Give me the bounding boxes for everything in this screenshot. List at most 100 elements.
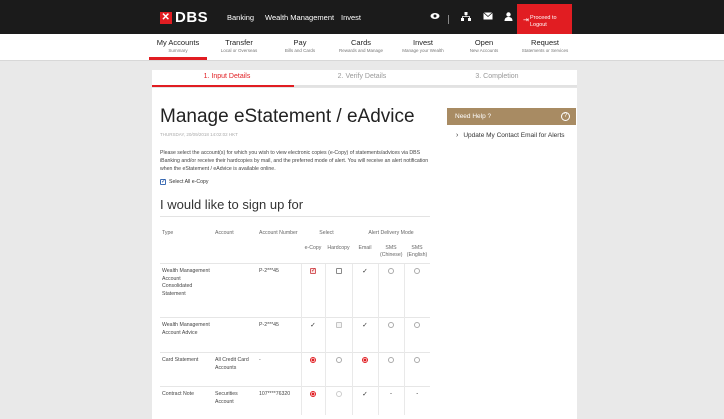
nav-title: Request [531,38,559,47]
help-header[interactable]: Need Help ? ? [447,108,576,125]
check-icon: ✓ [362,268,368,275]
sms-english-radio[interactable] [414,322,421,328]
mail-icon[interactable] [483,12,493,23]
table-row: Contract Note Securities Account 107****… [160,386,431,415]
email-cell [351,352,379,387]
hardcopy-radio[interactable] [335,391,342,397]
email-cell: ✓ [351,263,379,318]
dbs-logo[interactable]: ✕ DBS [160,9,208,26]
nav-my-accounts[interactable]: My Accounts Summary [148,38,208,53]
ecopy-radio[interactable] [310,391,316,397]
row-type: Wealth Management Account Consolidated S… [160,263,213,318]
eye-icon[interactable] [430,12,440,23]
nav-pay[interactable]: Pay Bills and Cards [270,38,330,53]
hardcopy-cell [324,352,353,387]
row-number: P-2***45 [257,317,301,353]
ecopy-cell: ✓ [300,263,325,318]
sms-chinese-radio[interactable] [388,268,395,274]
header-email: Email [358,245,372,251]
nav-transfer[interactable]: Transfer Local or Overseas [209,38,269,53]
logout-icon: ⇥ [523,17,529,24]
nav-subtitle: Bills and Cards [284,48,316,53]
help-title: Need Help ? [455,113,492,120]
sms-english-radio[interactable] [414,268,421,274]
sms-chinese-radio[interactable] [388,322,395,328]
divider [448,15,449,24]
email-cell: ✓ [351,317,379,353]
header-hardcopy: Hardcopy [327,245,350,251]
sms-english-cell [403,317,431,353]
row-number: 107****76320 [257,386,301,415]
section-title: I would like to sign up for [160,197,304,212]
nav-cards[interactable]: Cards Rewards and Manage [331,38,391,53]
top-bar: ✕ DBS Banking Wealth Management Invest ⇥… [0,0,724,34]
row-account: Securities Account [213,386,257,415]
nav-title: Transfer [225,38,253,47]
header-sms-english: SMS (English) [406,245,428,258]
select-all-label: Select All e-Copy [169,179,209,185]
header-ecopy: e-Copy [304,245,322,251]
email-radio[interactable] [362,357,369,363]
sms-english-radio[interactable] [414,357,421,363]
row-type: Card Statement [160,352,213,387]
step-verify-details: 2. Verify Details [337,73,387,80]
header-account-number: Account Number [259,230,298,236]
sms-chinese-cell [377,317,405,353]
topnav-invest[interactable]: Invest [341,13,361,22]
timestamp: THURSDAY, 20/09/2018 14:02:02 HKT [160,132,238,137]
nav-title: Pay [293,38,307,47]
row-account [213,317,257,353]
nav-subtitle: Manage your Wealth [402,48,444,53]
header-sms-chinese: SMS (Chinese) [380,245,403,258]
sms-english-cell: - [403,386,431,415]
nav-open[interactable]: Open New Accounts [454,38,514,53]
nav-subtitle: New Accounts [469,48,499,53]
user-icon[interactable] [504,12,513,24]
nav-invest[interactable]: Invest Manage your Wealth [393,38,453,53]
sms-chinese-empty: - [390,391,393,397]
row-number: P-2***45 [257,263,301,318]
hardcopy-checkbox[interactable] [335,268,342,274]
nav-title: Open [474,38,494,47]
sms-chinese-radio[interactable] [388,357,395,363]
nav-subtitle: Rewards and Manage [338,48,384,53]
step-progress-active [152,85,294,87]
topnav-banking[interactable]: Banking [227,13,254,22]
hardcopy-radio[interactable] [335,357,342,363]
header-alert-mode: Alert Delivery Mode [368,230,414,236]
table-row: Wealth Management Account Consolidated S… [160,263,431,318]
logout-button[interactable]: ⇥ Proceed to Logout [517,4,572,34]
main-nav: My Accounts Summary Transfer Local or Ov… [0,34,724,61]
select-all-checkbox[interactable]: ✓ Select All e-Copy [160,179,209,185]
ecopy-radio[interactable] [310,357,316,363]
step-completion: 3. Completion [475,73,519,80]
ecopy-checkbox[interactable]: ✓ [310,268,316,274]
nav-subtitle: Local or Overseas [220,48,258,53]
email-cell: ✓ [351,386,379,415]
update-email-label: Update My Contact Email for Alerts [463,132,565,139]
update-email-link[interactable]: › Update My Contact Email for Alerts [456,131,566,140]
check-icon: ✓ [362,391,368,398]
header-account: Account [215,230,234,236]
sms-english-cell [403,352,431,387]
nav-title: My Accounts [156,38,200,47]
step-input-details: 1. Input Details [203,73,251,80]
nav-request[interactable]: Request Statements or Services [515,38,575,53]
header-select: Select [319,230,334,236]
hardcopy-cell [324,386,353,415]
hardcopy-checkbox[interactable] [335,322,342,328]
row-type: Contract Note [160,386,213,415]
table-row: Card Statement All Credit Card Accounts … [160,352,431,387]
topnav-wealth-management[interactable]: Wealth Management [265,13,334,22]
sms-english-cell [403,263,431,318]
progress-steps: 1. Input Details 2. Verify Details 3. Co… [152,70,577,88]
sms-chinese-cell [377,263,405,318]
row-type: Wealth Management Account Advice [160,317,213,353]
ecopy-cell: ✓ [300,317,325,353]
hardcopy-cell [324,317,353,353]
sms-english-empty: - [416,391,419,397]
network-icon[interactable] [461,12,471,24]
logout-line2: Logout [530,22,547,28]
ecopy-cell [300,352,325,387]
dbs-logo-text: DBS [175,9,209,26]
